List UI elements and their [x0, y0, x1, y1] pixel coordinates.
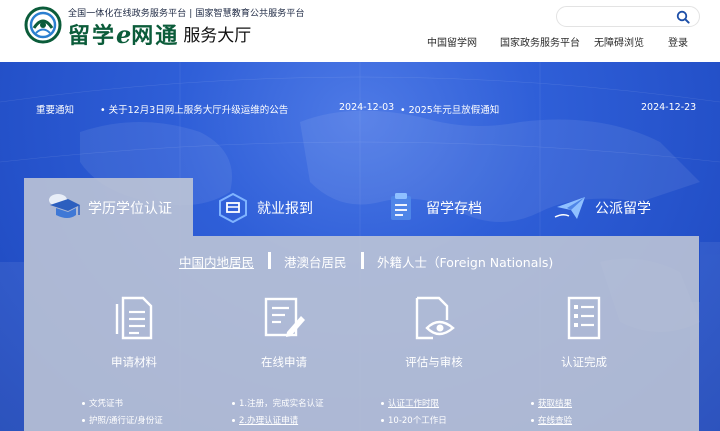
step-label: 在线申请	[261, 355, 307, 369]
notice-date-2: 2024-12-23	[641, 102, 697, 113]
subtab-divider	[361, 252, 364, 269]
notice-label: 重要通知	[36, 105, 75, 116]
tab-label: 学历学位认证	[88, 201, 172, 217]
search-box[interactable]	[556, 6, 700, 27]
list-item: 1.注册，完成实名认证	[232, 396, 324, 413]
subtab-divider	[268, 252, 271, 269]
subtab-foreign-nationals[interactable]: 外籍人士（Foreign Nationals)	[377, 252, 553, 271]
hero-section: 重要通知 • 关于12月3日网上服务大厅升级运维的公告 2024-12-03 •…	[0, 62, 720, 431]
application-steps-list: 1.注册，完成实名认证 2.办理认证申请	[232, 396, 324, 430]
notice-link-1[interactable]: • 关于12月3日网上服务大厅升级运维的公告	[100, 102, 288, 116]
archive-icon	[391, 193, 411, 220]
documents-icon	[115, 296, 153, 340]
notice-link-2[interactable]: • 2025年元旦放假通知	[400, 102, 499, 116]
edit-form-icon	[264, 297, 305, 337]
nav-link-accessibility[interactable]: 无障碍浏览	[594, 34, 644, 49]
list-item-link[interactable]: 认证工作时限	[381, 396, 447, 413]
nav-link-login[interactable]: 登录	[668, 34, 688, 49]
step-application-materials[interactable]: 申请材料	[79, 294, 189, 374]
step-evaluation-review[interactable]: 评估与审核	[379, 294, 489, 374]
list-item-link[interactable]: 2.办理认证申请	[232, 413, 324, 430]
nav-link-cscse[interactable]: 中国留学网	[427, 34, 477, 49]
platform-tagline: 全国一体化在线政务服务平台 | 国家智慧教育公共服务平台	[68, 9, 305, 19]
notice-bar: 重要通知 • 关于12月3日网上服务大厅升级运维的公告 2024-12-03 •…	[24, 97, 704, 119]
tab-employment-report[interactable]: 就业报到	[193, 178, 362, 236]
step-online-application[interactable]: 在线申请	[229, 294, 339, 374]
list-item-link[interactable]: 获取结果	[531, 396, 572, 413]
subtab-mainland-residents[interactable]: 中国内地居民	[179, 252, 254, 271]
step-label: 认证完成	[561, 355, 607, 369]
resident-type-tabs: 中国内地居民 港澳台居民 外籍人士（Foreign Nationals)	[24, 250, 699, 272]
document-eye-icon	[415, 296, 455, 340]
tab-study-archive[interactable]: 留学存档	[362, 178, 531, 236]
graduation-cap-icon	[49, 194, 80, 218]
brand-text-e: e	[116, 20, 132, 49]
list-item: 护照/通行证/身份证	[82, 413, 163, 430]
tab-label: 公派留学	[595, 201, 651, 217]
materials-list: 文凭证书 护照/通行证/身份证	[82, 396, 163, 430]
subtab-hk-macao-taiwan[interactable]: 港澳台居民	[284, 252, 347, 271]
logo-emblem-icon[interactable]	[24, 6, 62, 44]
nav-link-gov-services[interactable]: 国家政务服务平台	[500, 34, 580, 49]
service-tabs: 学历学位认证 就业报到 留学存档 公派留学	[24, 178, 700, 236]
brand-text-b: 网通	[131, 23, 180, 49]
brand-subtitle: 服务大厅	[183, 26, 252, 46]
verification-panel: 中国内地居民 港澳台居民 外籍人士（Foreign Nationals) 申请材…	[24, 236, 699, 431]
tab-government-sponsored[interactable]: 公派留学	[531, 178, 700, 236]
checklist-icon	[567, 296, 601, 340]
briefcase-icon	[219, 192, 247, 223]
tab-label: 留学存档	[426, 201, 482, 217]
tab-degree-verification[interactable]: 学历学位认证	[24, 178, 193, 236]
brand-text-a: 留学	[68, 23, 117, 49]
list-item: 文凭证书	[82, 396, 163, 413]
airplane-icon	[554, 197, 585, 219]
step-certification-complete[interactable]: 认证完成	[529, 294, 639, 374]
site-logo-text[interactable]: 留学e网通 服务大厅	[68, 20, 252, 49]
list-item-link[interactable]: 在线查验	[531, 413, 572, 430]
results-list: 获取结果 在线查验	[531, 396, 572, 430]
search-input[interactable]	[567, 10, 672, 24]
step-label: 评估与审核	[405, 355, 463, 369]
review-time-list: 认证工作时限 10-20个工作日	[381, 396, 447, 430]
step-label: 申请材料	[111, 355, 157, 369]
tab-label: 就业报到	[257, 201, 313, 217]
list-item: 10-20个工作日	[381, 413, 447, 430]
site-header: 全国一体化在线政务服务平台 | 国家智慧教育公共服务平台 留学e网通 服务大厅 中…	[0, 0, 720, 62]
search-icon[interactable]	[676, 10, 690, 24]
notice-date-1: 2024-12-03	[339, 102, 395, 113]
